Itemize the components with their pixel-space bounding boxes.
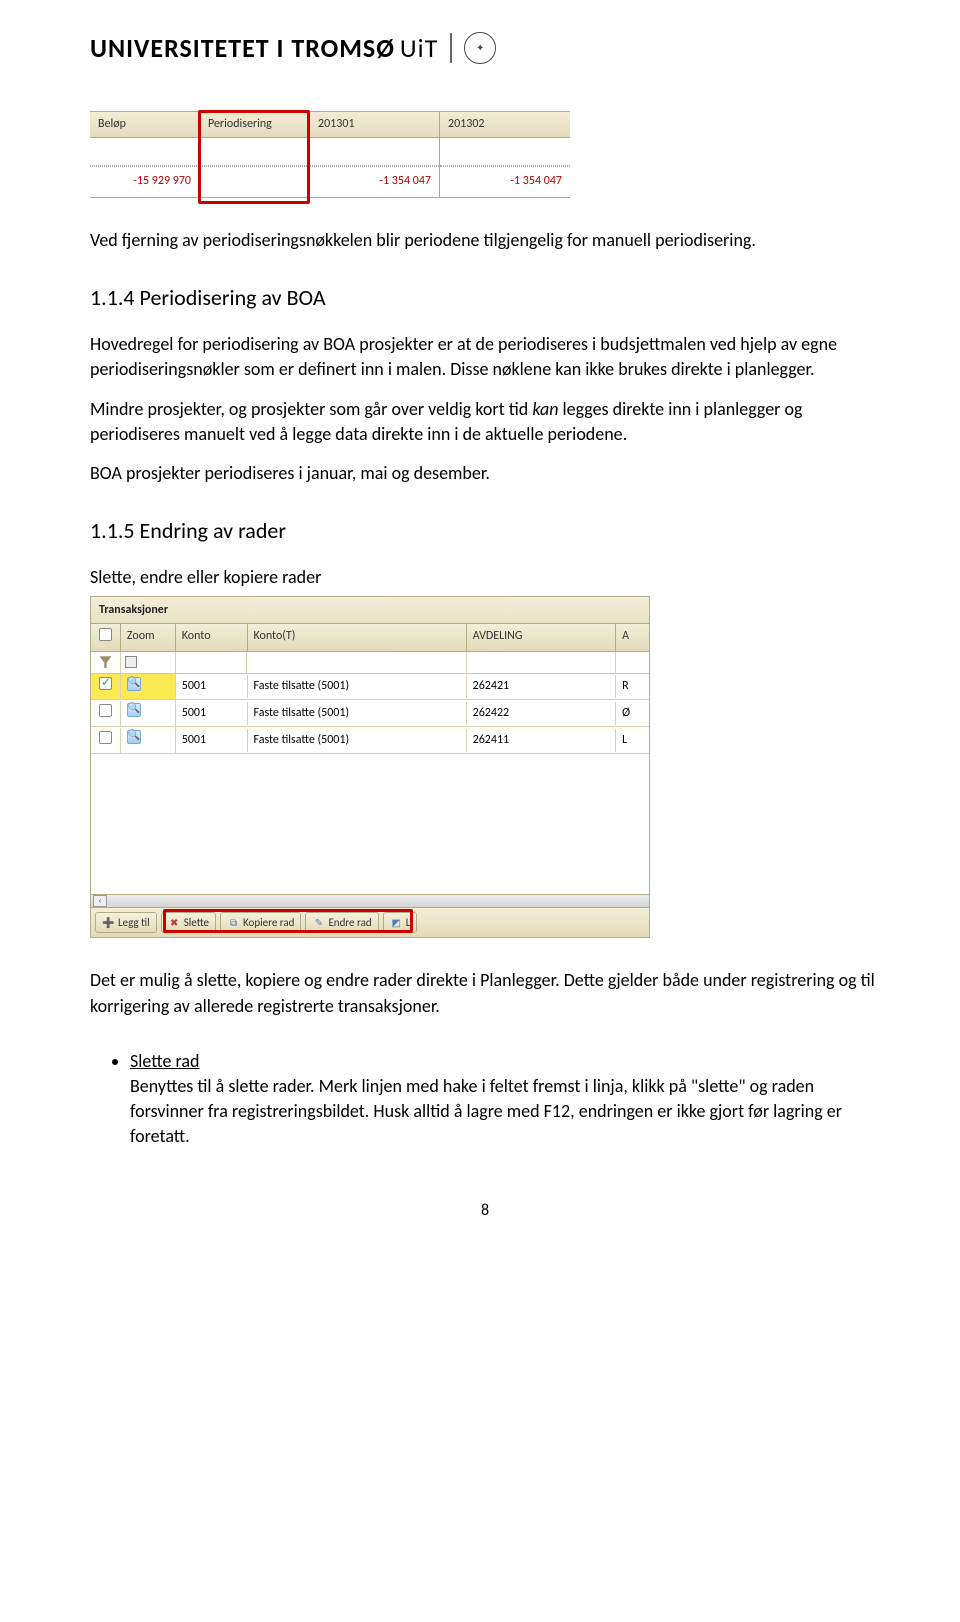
row-checkbox[interactable] <box>91 674 121 699</box>
table-row[interactable]: 5001 Faste tilsatte (5001) 262411 L <box>91 727 649 754</box>
copy-icon: ⧉ <box>227 916 240 929</box>
cell-avdeling: 262411 <box>467 729 616 752</box>
zoom-icon[interactable] <box>121 674 176 700</box>
header-konto[interactable]: Konto <box>176 624 248 651</box>
page-number: 8 <box>90 1200 880 1222</box>
scroll-left-icon[interactable]: ‹ <box>93 895 107 907</box>
col-201302-header: 201302 <box>440 111 570 138</box>
para-mindre: Mindre prosjekter, og prosjekter som går… <box>90 397 880 447</box>
col-201301-header: 201301 <box>310 111 439 138</box>
header-checkbox[interactable] <box>91 624 121 651</box>
slette-button[interactable]: ✖Slette <box>161 912 216 933</box>
horizontal-scrollbar[interactable]: ‹ <box>91 894 649 908</box>
cell-kontot: Faste tilsatte (5001) <box>248 729 467 752</box>
header-avdeling[interactable]: AVDELING <box>467 624 616 651</box>
row-checkbox[interactable] <box>91 728 121 753</box>
edit-icon: ✎ <box>312 916 325 929</box>
para-boa: BOA prosjekter periodiseres i januar, ma… <box>90 461 880 486</box>
row-checkbox[interactable] <box>91 701 121 726</box>
uit-label: UiT <box>400 30 438 66</box>
cell-konto: 5001 <box>176 702 248 725</box>
header-divider <box>450 33 452 63</box>
para-mindre-em: kan <box>532 398 558 420</box>
bullet-body: Benyttes til å slette rader. Merk linjen… <box>130 1075 842 1147</box>
filter-funnel-icon[interactable] <box>91 652 121 673</box>
para-mulig-slette: Det er mulig å slette, kopiere og endre … <box>90 968 880 1018</box>
transaksjoner-title: Transaksjoner <box>91 597 649 623</box>
table-row[interactable]: 5001 Faste tilsatte (5001) 262422 Ø <box>91 700 649 727</box>
header-a[interactable]: A <box>616 624 649 651</box>
endre-rad-button[interactable]: ✎Endre rad <box>305 912 378 933</box>
periodisering-mini-table: Beløp -15 929 970 Periodisering 201301 -… <box>90 111 880 198</box>
kopiere-label: Kopiere rad <box>243 915 294 930</box>
transaksjoner-panel: Transaksjoner Zoom Konto Konto(T) AVDELI… <box>90 596 650 938</box>
document-header: UNIVERSITETET I TROMSØ UiT ✦ <box>90 30 880 66</box>
bullet-slette-rad: Slette rad Benyttes til å slette rader. … <box>130 1049 880 1150</box>
para-hovedregel: Hovedregel for periodisering av BOA pros… <box>90 332 880 382</box>
university-seal-icon: ✦ <box>464 32 496 64</box>
para-mindre-pre: Mindre prosjekter, og prosjekter som går… <box>90 398 532 420</box>
transaksjoner-header-row: Zoom Konto Konto(T) AVDELING A <box>91 623 649 652</box>
val-201301: -1 354 047 <box>310 166 439 198</box>
header-zoom[interactable]: Zoom <box>121 624 176 651</box>
val-201302: -1 354 047 <box>440 166 570 198</box>
para-slette-intro: Slette, endre eller kopiere rader <box>90 565 880 590</box>
header-kontot[interactable]: Konto(T) <box>248 624 467 651</box>
para-removal: Ved fjerning av periodiseringsnøkkelen b… <box>90 228 880 253</box>
l-button[interactable]: ◩L <box>383 912 418 933</box>
university-name: UNIVERSITETET I TROMSØ <box>90 30 395 66</box>
cell-konto: 5001 <box>176 675 248 698</box>
table-row[interactable]: 5001 Faste tilsatte (5001) 262421 R <box>91 674 649 701</box>
cell-avdeling: 262422 <box>467 702 616 725</box>
plus-icon: ➕ <box>102 916 115 929</box>
heading-1-1-4: 1.1.4 Periodisering av BOA <box>90 283 880 314</box>
filter-stop-icon[interactable] <box>121 652 176 673</box>
cell-konto: 5001 <box>176 729 248 752</box>
filter-row <box>91 652 649 674</box>
legg-til-button[interactable]: ➕Legg til <box>95 912 157 933</box>
cell-avdeling: 262421 <box>467 675 616 698</box>
cell-kontot: Faste tilsatte (5001) <box>248 675 467 698</box>
periodisering-value <box>200 166 309 198</box>
bullet-title: Slette rad <box>130 1050 200 1072</box>
cell-a: L <box>616 729 649 752</box>
cell-a: Ø <box>616 702 649 725</box>
col-belop-header: Beløp <box>90 111 199 138</box>
l-label: L <box>406 915 411 930</box>
toolbar-bottom: ➕Legg til ✖Slette ⧉Kopiere rad ✎Endre ra… <box>91 908 649 937</box>
cell-kontot: Faste tilsatte (5001) <box>248 702 467 725</box>
slette-label: Slette <box>184 915 209 930</box>
belop-value: -15 929 970 <box>90 166 199 198</box>
kopiere-rad-button[interactable]: ⧉Kopiere rad <box>220 912 301 933</box>
cell-a: R <box>616 675 649 698</box>
legg-til-label: Legg til <box>118 915 150 930</box>
zoom-icon[interactable] <box>121 727 176 753</box>
endre-label: Endre rad <box>328 915 371 930</box>
col-periodisering-header: Periodisering <box>200 111 309 138</box>
table-blank-area <box>91 754 649 894</box>
delete-icon: ✖ <box>168 916 181 929</box>
heading-1-1-5: 1.1.5 Endring av rader <box>90 516 880 547</box>
l-icon: ◩ <box>390 916 403 929</box>
zoom-icon[interactable] <box>121 700 176 726</box>
